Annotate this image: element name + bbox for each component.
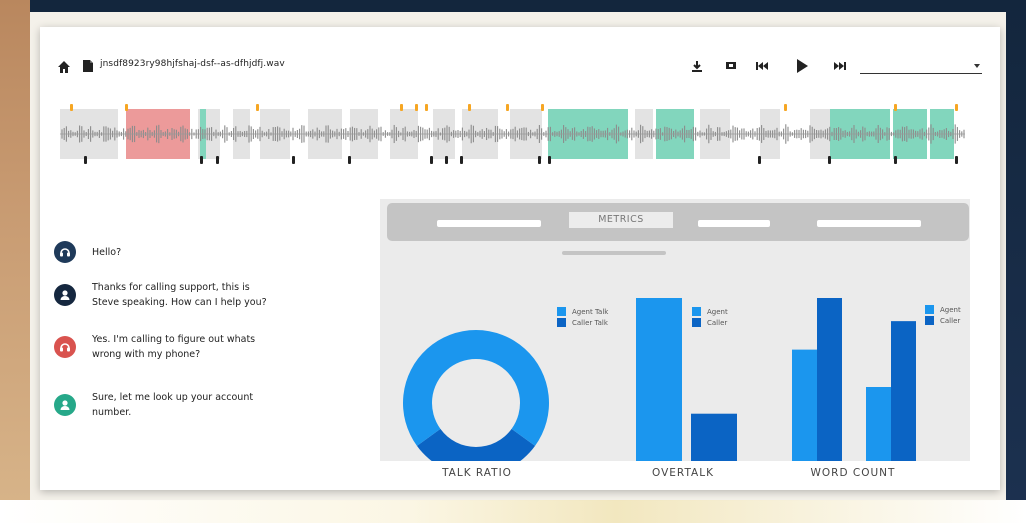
waveform-marker-top — [955, 104, 958, 111]
file-icon — [83, 60, 93, 72]
headset-icon — [54, 336, 76, 358]
audio-waveform[interactable] — [60, 104, 980, 164]
waveform-marker-bottom — [758, 156, 761, 164]
waveform-marker-top — [541, 104, 544, 111]
waveform-marker-bottom — [828, 156, 831, 164]
call-analysis-card: jnsdf8923ry98hjfshaj-dsf--as-dfhjdfj.wav — [40, 27, 1000, 490]
legend-swatch — [692, 318, 701, 327]
waveform-marker-bottom — [430, 156, 433, 164]
chart-title-word-count: WORD COUNT — [810, 467, 896, 479]
legend-swatch — [925, 305, 934, 314]
download-button[interactable] — [690, 58, 704, 74]
legend-swatch — [925, 316, 934, 325]
waveform-marker-bottom — [200, 156, 203, 164]
bar — [817, 298, 842, 461]
pie-slice — [416, 428, 536, 461]
waveform-marker-bottom — [216, 156, 219, 164]
waveform-marker-bottom — [292, 156, 295, 164]
metrics-panel: METRICS Agent Talk Caller Talk Agent Caller… — [380, 199, 970, 461]
headset-icon — [54, 241, 76, 263]
waveform-marker-bottom — [955, 156, 958, 164]
metrics-charts: Agent Talk Caller Talk Agent Caller Agent Cal… — [403, 298, 961, 461]
waveform-marker-top — [125, 104, 128, 111]
waveform-marker-top — [468, 104, 471, 111]
background-left — [0, 0, 30, 523]
legend-label: Agent — [707, 308, 728, 316]
message-line: Sure, let me look up your account — [92, 392, 254, 403]
person-icon — [54, 394, 76, 416]
message-line: Yes. I'm calling to figure out whats — [92, 334, 256, 345]
waveform-marker-top — [256, 104, 259, 111]
window-top-bar — [0, 0, 1026, 12]
waveform-marker-bottom — [84, 156, 87, 164]
play-button[interactable] — [794, 58, 810, 74]
waveform-marker-bottom — [894, 156, 897, 164]
legend-swatch — [557, 318, 566, 327]
download-icon — [692, 60, 702, 72]
message-line: Steve speaking. How can I help you? — [92, 297, 267, 308]
waveform-marker-top — [506, 104, 509, 111]
bar — [792, 349, 817, 461]
skip-back-button[interactable] — [754, 58, 770, 74]
legend-swatch — [692, 307, 701, 316]
background-bottom — [0, 500, 1026, 523]
chart-title-talk-ratio: TALK RATIO — [442, 467, 512, 479]
playback-speed-select[interactable] — [860, 59, 982, 74]
waveform-marker-bottom — [348, 156, 351, 164]
legend-label: Caller Talk — [572, 319, 609, 327]
waveform-marker-top — [425, 104, 428, 111]
person-icon — [54, 284, 76, 306]
waveform-marker-bottom — [445, 156, 448, 164]
play-icon — [797, 59, 808, 73]
chevron-down-icon — [974, 64, 980, 68]
skip-back-icon — [756, 62, 768, 70]
legend-label: Agent Talk — [572, 308, 609, 316]
pie-slice — [403, 330, 549, 446]
bar — [866, 387, 891, 461]
home-icon[interactable] — [57, 60, 71, 74]
waveform-marker-bottom — [460, 156, 463, 164]
legend-label: Agent — [940, 306, 961, 314]
waveform-marker-top — [415, 104, 418, 111]
bar — [891, 321, 916, 461]
legend-swatch — [557, 307, 566, 316]
message-line: number. — [92, 407, 132, 418]
waveform-marker-top — [894, 104, 897, 111]
waveform-marker-bottom — [548, 156, 551, 164]
audio-filename: jnsdf8923ry98hjfshaj-dsf--as-dfhjdfj.wav — [100, 59, 285, 69]
legend-label: Caller — [940, 317, 960, 325]
skip-forward-button[interactable] — [832, 58, 848, 74]
stop-button[interactable] — [724, 58, 738, 74]
message-line: wrong with my phone? — [92, 349, 201, 360]
message-line: Hello? — [92, 247, 122, 258]
skip-forward-icon — [834, 62, 846, 70]
chart-title-overtalk: OVERTALK — [652, 467, 714, 479]
waveform-marker-top — [400, 104, 403, 111]
waveform-marker-bottom — [538, 156, 541, 164]
legend-label: Caller — [707, 319, 727, 327]
bar — [636, 298, 682, 461]
message-line: Thanks for calling support, this is — [92, 282, 250, 293]
waveform-marker-top — [784, 104, 787, 111]
background-right — [1006, 0, 1026, 523]
bar — [691, 413, 737, 461]
stop-icon — [726, 62, 736, 69]
waveform-marker-top — [70, 104, 73, 111]
